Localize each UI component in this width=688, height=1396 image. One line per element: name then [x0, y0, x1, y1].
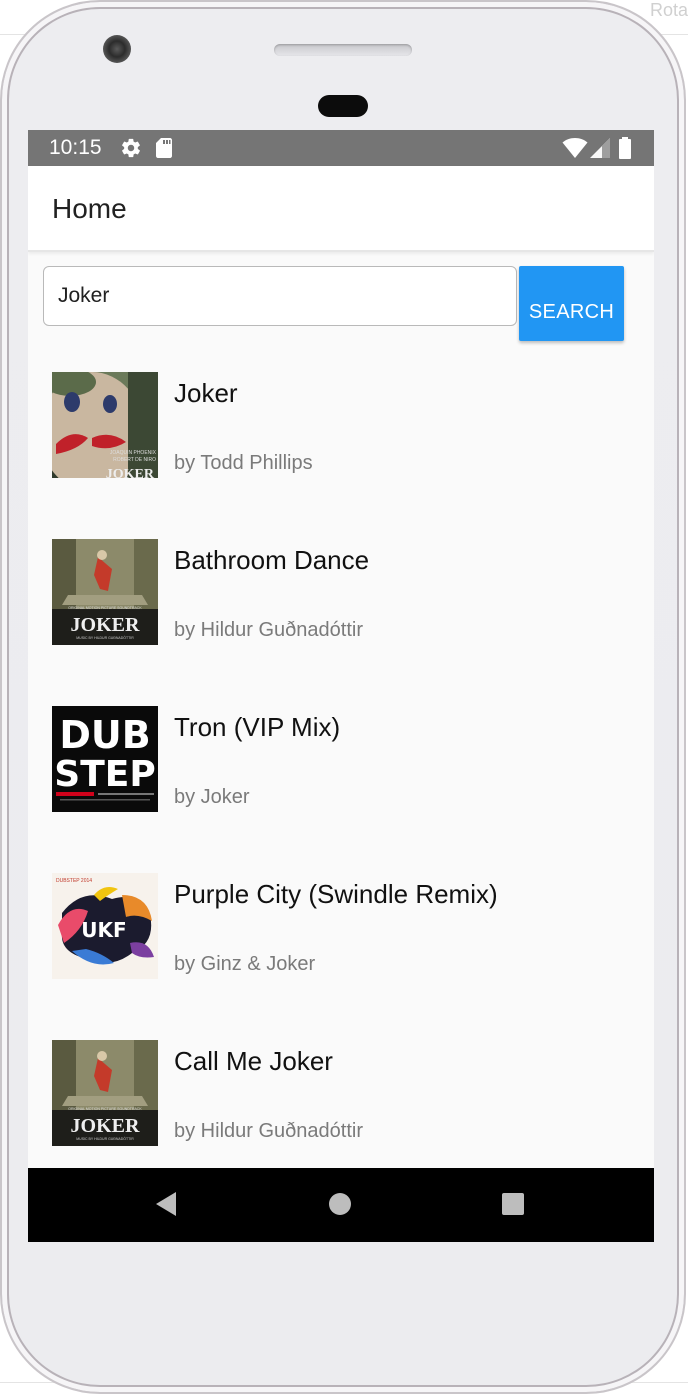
- track-title: Call Me Joker: [174, 1046, 333, 1076]
- back-icon[interactable]: [154, 1190, 178, 1218]
- home-icon[interactable]: [328, 1190, 352, 1218]
- search-input[interactable]: [43, 266, 517, 326]
- navigation-bar: [28, 1168, 654, 1242]
- sd-card-icon: [156, 138, 172, 158]
- cover-text: ORIGINAL MOTION PICTURE SOUNDTRACK: [68, 606, 142, 610]
- album-cover-dubstep: DUB STEP: [52, 706, 158, 812]
- cover-text: MUSIC BY HILDUR GUÐNADÓTTIR: [76, 1136, 134, 1141]
- cover-text: JOKER: [71, 1115, 140, 1137]
- battery-icon: [619, 137, 631, 159]
- track-title: Bathroom Dance: [174, 545, 370, 575]
- album-cover-joker-soundtrack: ORIGINAL MOTION PICTURE SOUNDTRACK JOKER…: [52, 1040, 158, 1146]
- list-item[interactable]: DUB STEP Tron (VIP Mix) by Joker: [28, 694, 654, 844]
- cover-text: ROBERT DE NIRO: [113, 457, 156, 463]
- cover-text: JOAQUIN PHOENIX: [110, 450, 157, 456]
- app-bar: Home: [28, 166, 654, 252]
- cover-text: DUB: [59, 713, 150, 757]
- rotate-label: Rota: [649, 0, 688, 20]
- cover-text: ORIGINAL MOTION PICTURE SOUNDTRACK: [68, 1107, 142, 1111]
- signal-icon: [590, 138, 610, 158]
- page-title: Home: [52, 193, 127, 224]
- album-cover-joker-soundtrack: ORIGINAL MOTION PICTURE SOUNDTRACK JOKER…: [52, 539, 158, 645]
- cover-text: JOKER: [71, 614, 140, 636]
- status-time: 10:15: [49, 136, 102, 159]
- cover-text: UKF: [81, 918, 126, 942]
- list-item[interactable]: JOAQUIN PHOENIX ROBERT DE NIRO JOKER Jok…: [28, 360, 654, 510]
- track-artist: by Hildur Guðnadóttir: [174, 619, 363, 641]
- track-title: Purple City (Swindle Remix): [174, 879, 498, 909]
- track-artist: by Ginz & Joker: [174, 953, 316, 975]
- cover-text: DUBSTEP 2014: [56, 878, 92, 884]
- cover-text: MUSIC BY HILDUR GUÐNADÓTTIR: [76, 635, 134, 640]
- track-artist: by Joker: [174, 786, 250, 808]
- search-button[interactable]: SEARCH: [519, 266, 624, 341]
- recents-icon[interactable]: [501, 1190, 525, 1218]
- track-title: Tron (VIP Mix): [174, 712, 341, 742]
- status-bar: 10:15: [28, 130, 654, 166]
- list-item[interactable]: ORIGINAL MOTION PICTURE SOUNDTRACK JOKER…: [28, 1028, 654, 1178]
- device-frame-canvas: Rota 10:15 Home Joker SEARCH JOAQUIN PHO…: [0, 0, 688, 1396]
- front-camera: [103, 35, 131, 63]
- cover-text: STEP: [54, 754, 155, 795]
- wifi-icon: [562, 138, 588, 158]
- track-artist: by Hildur Guðnadóttir: [174, 1120, 363, 1142]
- album-cover-joker-film: JOAQUIN PHOENIX ROBERT DE NIRO JOKER: [52, 372, 158, 478]
- app-screen: 10:15 Home SEARCH: [28, 130, 654, 1242]
- track-artist: by Todd Phillips: [174, 452, 313, 474]
- list-item[interactable]: ORIGINAL MOTION PICTURE SOUNDTRACK JOKER…: [28, 527, 654, 677]
- cover-text: JOKER: [106, 467, 155, 478]
- album-cover-ukf: DUBSTEP 2014 UKF: [52, 873, 158, 979]
- track-title: Joker: [174, 378, 238, 408]
- list-item[interactable]: DUBSTEP 2014 UKF Purple City (Swindle Re…: [28, 861, 654, 1011]
- gear-icon: [122, 138, 140, 158]
- proximity-sensor: [318, 95, 368, 117]
- earpiece-speaker: [274, 44, 412, 56]
